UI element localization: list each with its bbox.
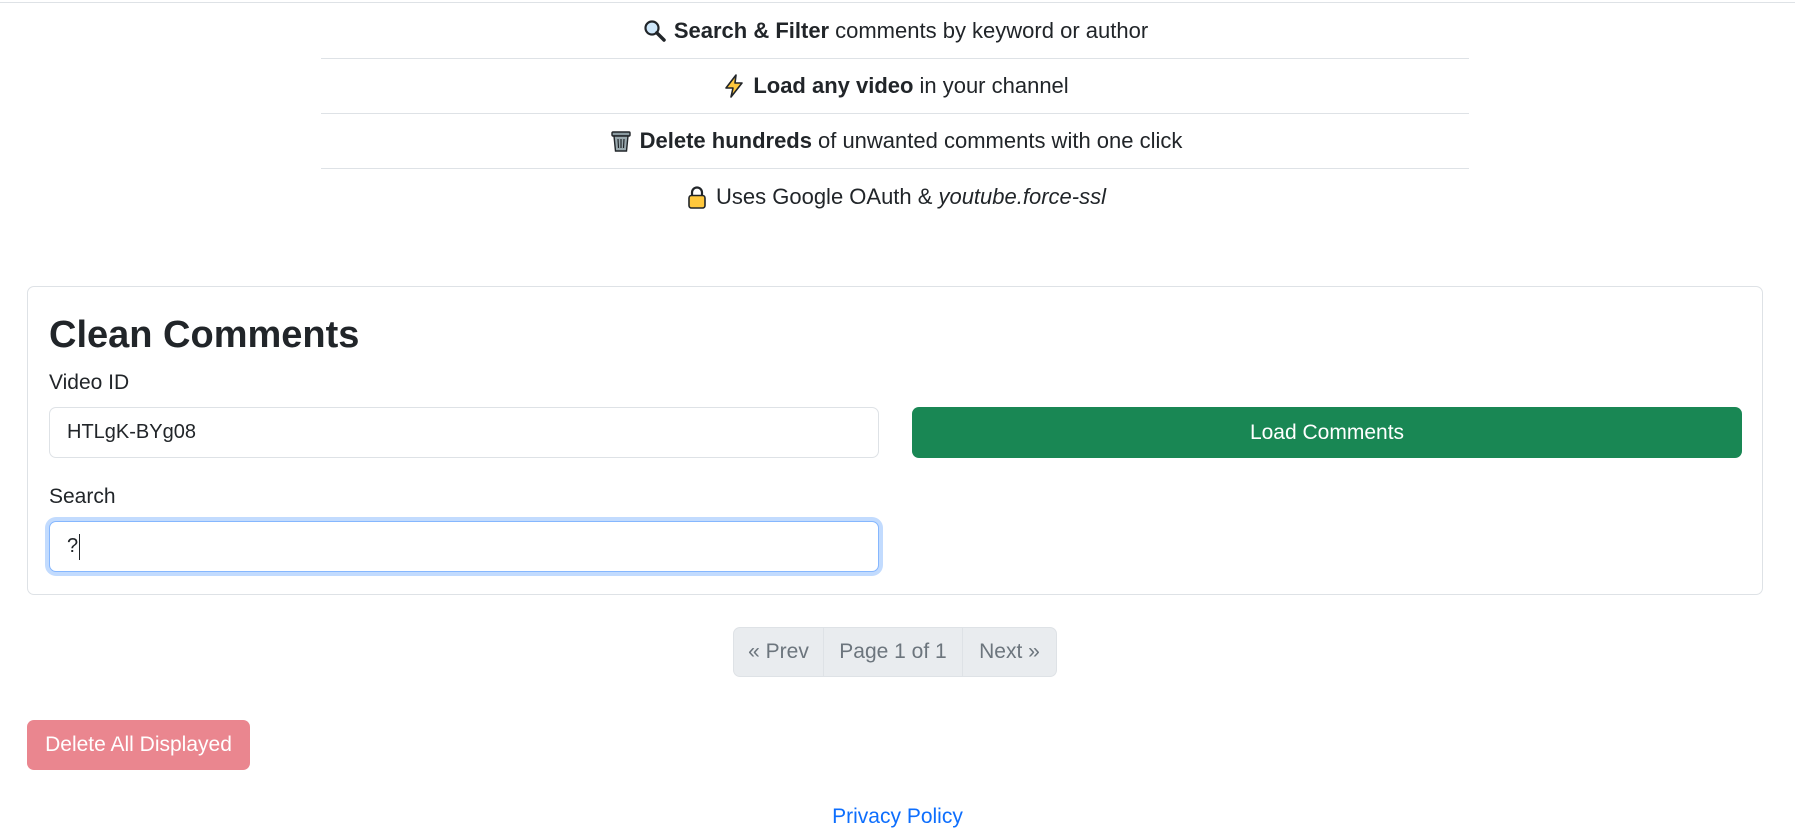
feature-bold: Load any video <box>753 73 914 98</box>
feature-text: Uses Google OAuth & <box>716 183 933 209</box>
top-divider <box>0 2 1795 3</box>
pagination: « Prev Page 1 of 1 Next » <box>733 627 1057 677</box>
video-id-input[interactable]: HTLgK-BYg08 <box>49 407 879 458</box>
page-indicator: Page 1 of 1 <box>824 628 963 676</box>
search-input[interactable]: ? <box>49 521 879 572</box>
video-id-label: Video ID <box>49 371 130 394</box>
feature-text: in your channel <box>919 73 1069 98</box>
search-label: Search <box>49 485 116 508</box>
feature-text: of unwanted comments with one click <box>817 128 1183 153</box>
prev-page-button[interactable]: « Prev <box>734 628 824 676</box>
clean-comments-card: Clean Comments Video ID HTLgK-BYg08 Load… <box>27 286 1763 595</box>
privacy-policy-link[interactable]: Privacy Policy <box>0 805 1795 829</box>
feature-delete-hundreds: Delete hundreds of unwanted comments wit… <box>321 114 1469 169</box>
trash-icon <box>608 128 634 154</box>
load-comments-button[interactable]: Load Comments <box>912 407 1742 458</box>
card-title: Clean Comments <box>49 314 360 356</box>
magnifier-icon <box>642 18 668 44</box>
next-page-button[interactable]: Next » <box>963 628 1056 676</box>
feature-oauth: Uses Google OAuth & youtube.force-ssl <box>321 169 1469 224</box>
search-value: ? <box>67 535 79 557</box>
delete-all-displayed-button[interactable]: Delete All Displayed <box>27 720 250 770</box>
feature-italic: youtube.force-ssl <box>938 183 1106 209</box>
video-id-value: HTLgK-BYg08 <box>67 421 196 443</box>
feature-load-video: Load any video in your channel <box>321 59 1469 114</box>
feature-list: Search & Filter comments by keyword or a… <box>321 4 1469 224</box>
lightning-icon <box>721 73 747 99</box>
feature-search-filter: Search & Filter comments by keyword or a… <box>321 4 1469 59</box>
feature-bold: Delete hundreds <box>639 128 812 153</box>
feature-bold: Search & Filter <box>673 18 830 43</box>
feature-text: comments by keyword or author <box>835 18 1149 43</box>
text-caret <box>79 533 81 560</box>
lock-icon <box>684 184 710 210</box>
